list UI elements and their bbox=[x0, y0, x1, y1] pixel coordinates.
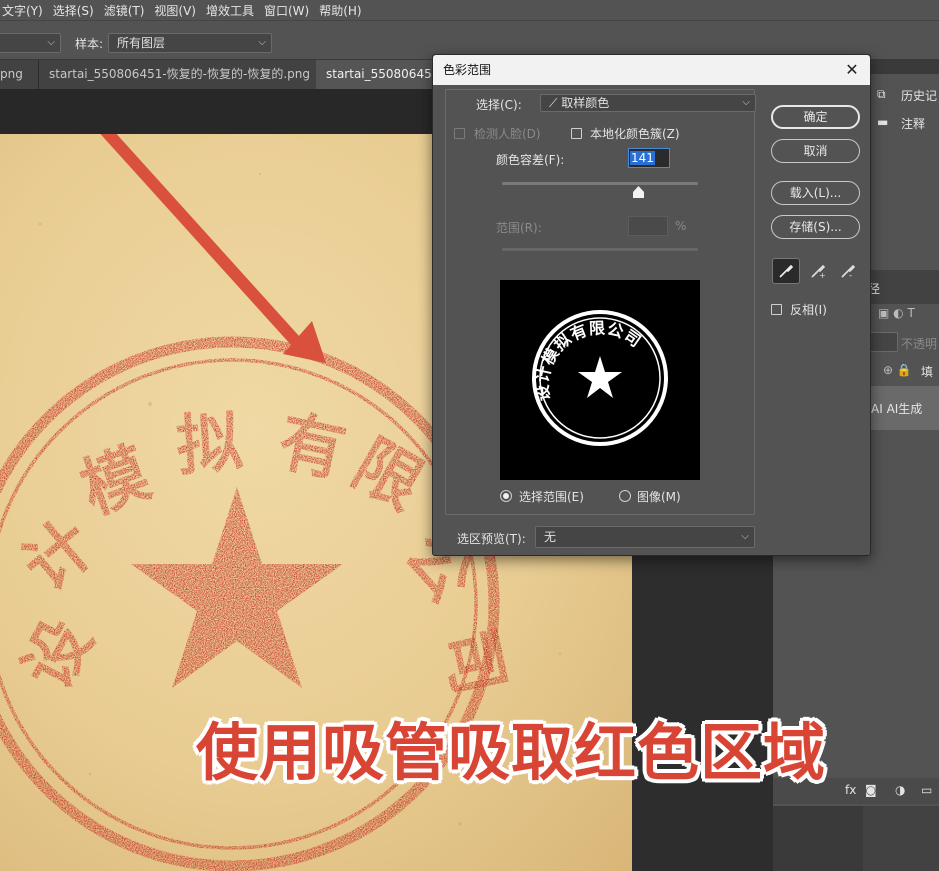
fuzziness-slider-handle[interactable] bbox=[633, 186, 644, 198]
image-filter-icon[interactable]: ▣ ◐ T bbox=[878, 306, 915, 320]
blend-mode-select[interactable] bbox=[868, 332, 898, 352]
dialog-title: 色彩范围 bbox=[443, 63, 492, 77]
sample-size-select[interactable]: ⌵ bbox=[0, 33, 61, 53]
eyedropper-add-icon[interactable]: + bbox=[804, 258, 832, 284]
selection-preview[interactable]: 设计模拟有限公司 bbox=[500, 280, 700, 480]
menu-filter[interactable]: 滤镜(T) bbox=[104, 2, 145, 19]
menu-select[interactable]: 选择(S) bbox=[53, 2, 94, 19]
selection-preview-label: 选区预览(T): bbox=[457, 532, 526, 546]
detect-faces-checkbox[interactable] bbox=[454, 128, 465, 139]
notes-icon[interactable]: ▬ bbox=[877, 115, 888, 129]
dialog-title-bar: 色彩范围 bbox=[433, 55, 870, 85]
sample-label: 样本: bbox=[75, 37, 104, 51]
history-label[interactable]: 历史记 bbox=[901, 87, 937, 104]
eyedropper-icon: ⟋ bbox=[549, 96, 562, 110]
chevron-down-icon: ⌵ bbox=[258, 37, 266, 48]
ok-button[interactable]: 确定 bbox=[771, 105, 860, 129]
radio-selection[interactable] bbox=[500, 490, 512, 502]
preview-stamp-text: 设计模拟有限公司 bbox=[532, 318, 644, 402]
selection-preview-select[interactable]: 无 ⌵ bbox=[535, 526, 755, 548]
tab-document-1[interactable]: png bbox=[0, 60, 38, 89]
layer-row[interactable]: AI AI生成 bbox=[863, 386, 939, 430]
color-range-dialog: 色彩范围 ✕ 选择(C): ⟋ 取样颜色 ⌵ 检测人脸(D) 本地化颜色簇(Z)… bbox=[432, 54, 871, 556]
select-dropdown[interactable]: ⟋ 取样颜色 ⌵ bbox=[540, 94, 756, 112]
menu-help[interactable]: 帮助(H) bbox=[319, 2, 361, 19]
fuzziness-slider[interactable] bbox=[502, 182, 698, 185]
range-input bbox=[628, 216, 668, 236]
localized-clusters-checkbox[interactable] bbox=[571, 128, 582, 139]
svg-text:设计模拟有限公司: 设计模拟有限公司 bbox=[532, 318, 645, 402]
invert-checkbox[interactable] bbox=[771, 304, 782, 315]
layer-name: AI AI生成 bbox=[871, 402, 923, 416]
fuzziness-input[interactable]: 141 bbox=[628, 148, 670, 168]
radio-image[interactable] bbox=[619, 490, 631, 502]
tab-label: startai_550806451-恢复的-恢复的-恢复的.png bbox=[49, 67, 310, 81]
menu-bar: 文字(Y) 选择(S) 滤镜(T) 视图(V) 增效工具 窗口(W) 帮助(H) bbox=[0, 0, 939, 20]
fuzziness-value: 141 bbox=[630, 151, 655, 165]
fx-button[interactable]: fx bbox=[845, 783, 856, 797]
folder-icon[interactable]: ▭ bbox=[921, 783, 932, 797]
menu-type[interactable]: 文字(Y) bbox=[2, 2, 43, 19]
close-icon[interactable]: ✕ bbox=[842, 60, 862, 80]
invert-label: 反相(I) bbox=[790, 303, 827, 317]
fill-label: 填 bbox=[921, 365, 934, 379]
sample-layers-select[interactable]: 所有图层 ⌵ bbox=[108, 33, 272, 53]
radio-selection-label: 选择范围(E) bbox=[519, 490, 584, 504]
chevron-down-icon: ⌵ bbox=[47, 37, 55, 48]
mask-icon[interactable]: ◙ bbox=[865, 783, 877, 797]
notes-label[interactable]: 注释 bbox=[901, 115, 925, 132]
select-value: 取样颜色 bbox=[561, 96, 610, 110]
detect-faces-label: 检测人脸(D) bbox=[474, 127, 541, 141]
tab-document-2[interactable]: startai_550806451-恢复的-恢复的-恢复的.png bbox=[38, 60, 316, 89]
menu-plugins[interactable]: 增效工具 bbox=[206, 2, 254, 19]
tab-label: startai_550806451-恢 bbox=[326, 67, 435, 81]
selection-preview-value: 无 bbox=[544, 530, 557, 544]
history-panel: ⧉ 历史记 ▬ 注释 bbox=[871, 74, 939, 270]
fuzziness-label: 颜色容差(F): bbox=[496, 153, 565, 167]
cancel-button[interactable]: 取消 bbox=[771, 139, 860, 163]
load-button[interactable]: 载入(L)... bbox=[771, 181, 860, 205]
eyedropper-icon[interactable] bbox=[772, 258, 800, 284]
menu-window[interactable]: 窗口(W) bbox=[264, 2, 309, 19]
save-button[interactable]: 存储(S)... bbox=[771, 215, 860, 239]
lock-icon[interactable]: ⊕ 🔒 bbox=[883, 363, 912, 377]
chevron-down-icon: ⌵ bbox=[741, 531, 749, 542]
menu-view[interactable]: 视图(V) bbox=[154, 2, 196, 19]
panel-empty bbox=[863, 806, 939, 871]
localized-clusters-label: 本地化颜色簇(Z) bbox=[590, 127, 680, 141]
tab-label: png bbox=[0, 67, 23, 81]
eyedropper-subtract-icon[interactable]: - bbox=[834, 258, 862, 284]
dialog-options-group: 选择(C): ⟋ 取样颜色 ⌵ 检测人脸(D) 本地化颜色簇(Z) 颜色容差(F… bbox=[445, 89, 756, 515]
opacity-label: 不透明 bbox=[901, 337, 938, 351]
tab-document-active[interactable]: startai_550806451-恢 bbox=[316, 60, 435, 89]
range-unit: % bbox=[675, 219, 687, 233]
radio-image-label: 图像(M) bbox=[637, 490, 681, 504]
select-label: 选择(C): bbox=[476, 98, 522, 112]
svg-text:+: + bbox=[819, 271, 826, 279]
tutorial-caption: 使用吸管吸取红色区域 bbox=[196, 716, 827, 789]
adjustment-icon[interactable]: ◑ bbox=[895, 783, 905, 797]
range-slider bbox=[502, 248, 698, 251]
preview-stamp-image: 设计模拟有限公司 bbox=[532, 310, 668, 446]
sample-layers-value: 所有图层 bbox=[117, 36, 166, 50]
svg-text:-: - bbox=[849, 271, 852, 279]
range-label: 范围(R): bbox=[496, 221, 542, 235]
chevron-down-icon: ⌵ bbox=[742, 97, 750, 108]
document-tabs: png startai_550806451-恢复的-恢复的-恢复的.png st… bbox=[0, 60, 435, 89]
history-icon[interactable]: ⧉ bbox=[877, 87, 886, 102]
